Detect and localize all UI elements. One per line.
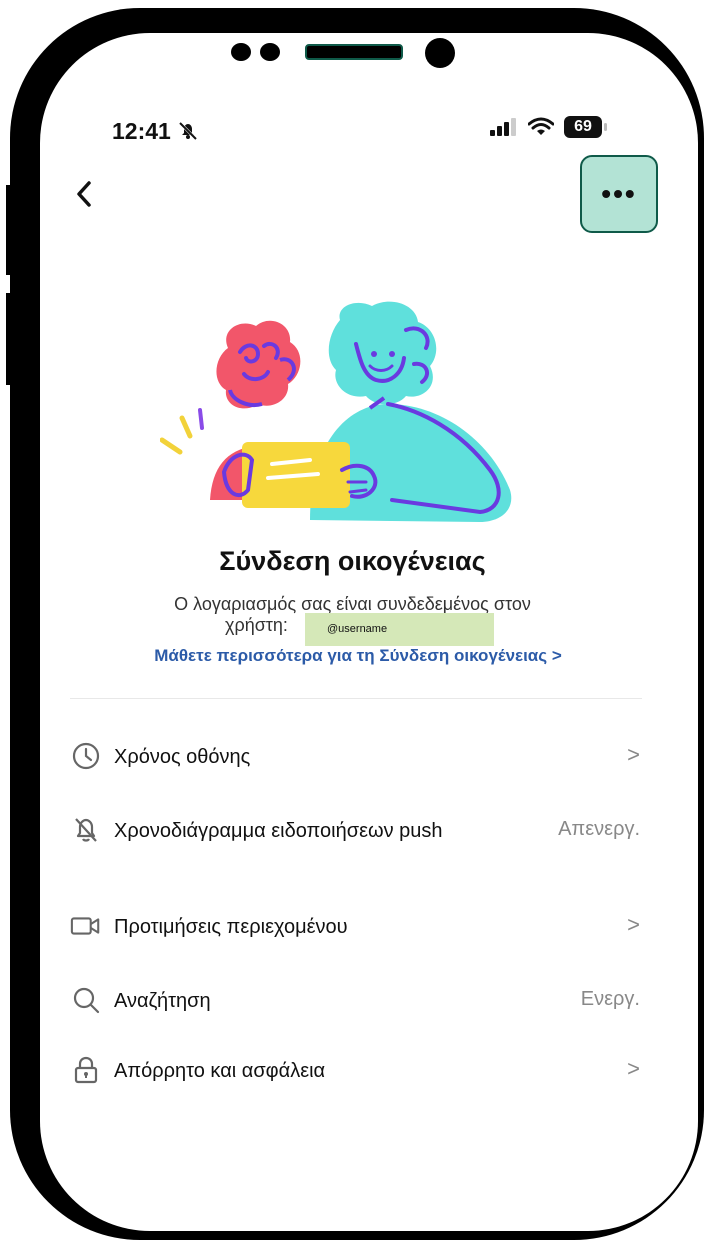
more-options-button[interactable]: ••• xyxy=(580,155,658,233)
setting-label: Χρόνος οθόνης xyxy=(114,746,251,768)
search-icon xyxy=(70,984,102,1016)
setting-row-content-preferences[interactable]: Προτιμήσεις περιεχομένου > xyxy=(70,910,642,944)
setting-row-screen-time[interactable]: Χρόνος οθόνης > xyxy=(70,740,642,774)
camera-dot xyxy=(260,43,280,61)
setting-row-privacy-security[interactable]: Απόρρητο και ασφάλεια > xyxy=(70,1054,642,1088)
chevron-left-icon xyxy=(77,181,91,207)
chevron-right-icon: > xyxy=(627,742,640,767)
page-title: Σύνδεση οικογένειας xyxy=(219,546,486,576)
learn-more-link[interactable]: Μάθετε περισσότερα για τη Σύνδεση οικογέ… xyxy=(0,646,705,666)
front-camera xyxy=(425,38,455,68)
status-indicators: 69 xyxy=(490,116,607,138)
wifi-icon xyxy=(528,117,554,135)
chevron-right-icon: > xyxy=(627,912,640,937)
bell-off-icon xyxy=(70,814,102,846)
battery-icon: 69 xyxy=(564,116,607,138)
setting-value: Απενεργ. xyxy=(558,818,640,840)
camera-dot xyxy=(231,43,251,61)
linked-username: @username xyxy=(305,613,494,646)
signal-icon xyxy=(490,118,516,136)
clock-icon xyxy=(70,740,102,772)
bell-off-icon xyxy=(179,121,198,141)
lock-icon xyxy=(70,1054,102,1086)
setting-value: Ενεργ. xyxy=(580,988,640,1010)
setting-row-push-schedule[interactable]: Χρονοδιάγραμμα ειδοποιήσεων push Απενεργ… xyxy=(70,814,642,872)
setting-label: Αναζήτηση xyxy=(114,990,211,1012)
video-icon xyxy=(70,910,102,942)
chevron-right-icon: > xyxy=(627,1056,640,1081)
setting-row-search[interactable]: Αναζήτηση Ενεργ. xyxy=(70,984,642,1018)
setting-label: Προτιμήσεις περιεχομένου xyxy=(114,916,348,938)
ellipsis-icon: ••• xyxy=(601,178,637,209)
back-button[interactable] xyxy=(66,176,102,212)
setting-label: Χρονοδιάγραμμα ειδοποιήσεων push xyxy=(114,820,443,842)
speaker-bar xyxy=(305,44,403,60)
description-line-2: χρήστη: xyxy=(225,615,288,635)
battery-level: 69 xyxy=(574,118,592,135)
setting-label: Απόρρητο και ασφάλεια xyxy=(114,1060,326,1082)
family-pairing-illustration xyxy=(160,301,512,522)
divider xyxy=(70,698,642,699)
description-line-1: Ο λογαριασμός σας είναι συνδεδεμένος στο… xyxy=(174,594,531,614)
status-time: 12:41 xyxy=(112,118,199,145)
